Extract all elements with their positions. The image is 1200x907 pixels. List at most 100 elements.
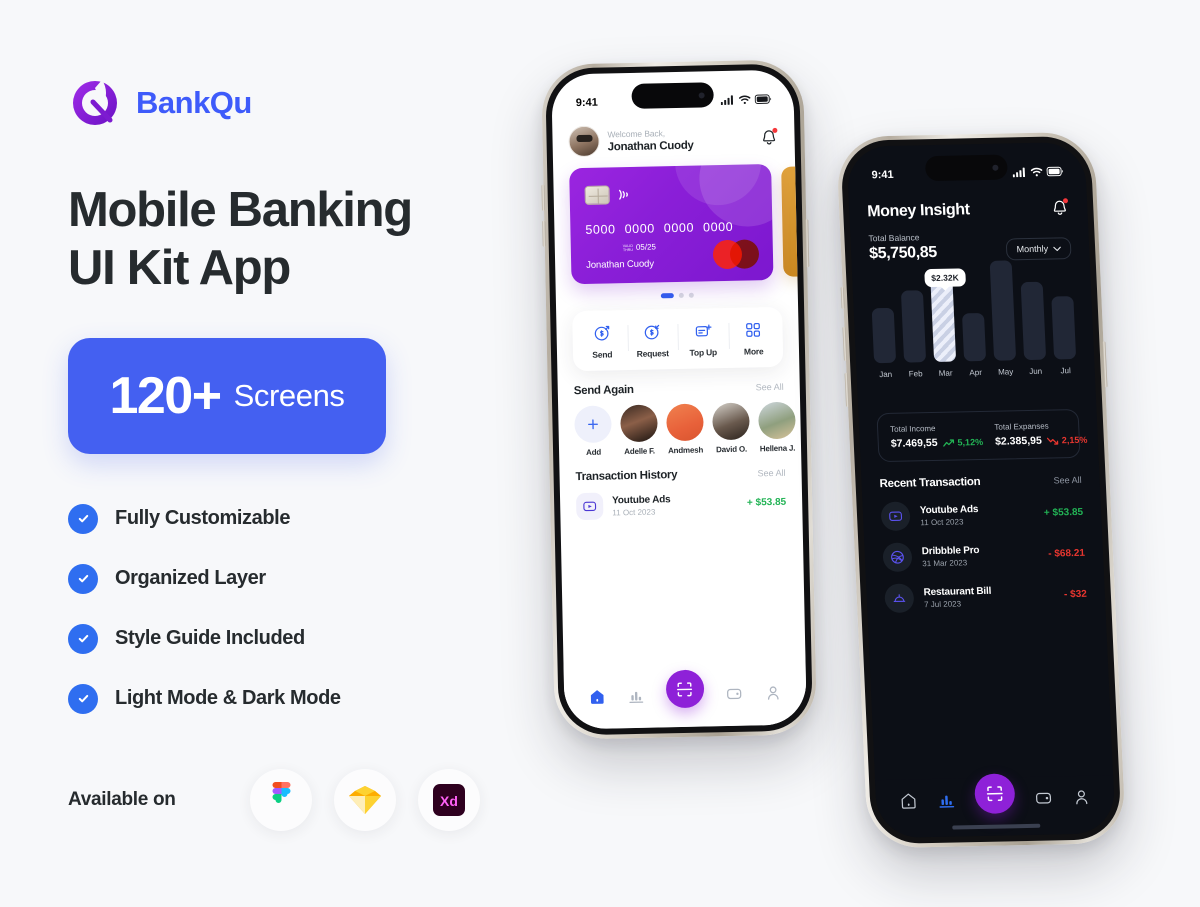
card-expiry: VALID THRU 05/25 xyxy=(623,242,656,252)
check-circle-icon xyxy=(68,623,98,654)
poster-canvas: BankQu Mobile Banking UI Kit App 120+ Sc… xyxy=(0,0,1200,907)
table-row[interactable]: Dribbble Pro 31 Mar 2023 - $68.21 xyxy=(882,539,1086,573)
chart-bar[interactable] xyxy=(1051,296,1077,360)
sidebar-item-statistics[interactable] xyxy=(937,791,957,815)
chart-bar[interactable] xyxy=(989,260,1017,361)
carousel-dot[interactable] xyxy=(688,292,694,298)
action-label: Send xyxy=(592,349,613,360)
list-item[interactable]: Adelle F. xyxy=(620,404,658,456)
monthly-bar-chart[interactable]: $2.32K Jan Feb Mar Apr May Jun Jul xyxy=(870,260,1077,399)
scan-button[interactable] xyxy=(665,669,705,709)
balance-row: Total Balance $5,750,85 Monthly xyxy=(850,217,1090,264)
chart-bar-column[interactable]: Jan xyxy=(871,307,897,380)
bankqu-q-logo xyxy=(68,76,122,130)
chart-x-label: May xyxy=(997,367,1014,377)
bell-icon[interactable] xyxy=(1050,198,1070,217)
section-title: Send Again xyxy=(573,383,634,398)
send-button[interactable]: Send xyxy=(576,323,627,360)
trend-up-icon xyxy=(942,438,954,447)
headline-line-2: UI Kit App xyxy=(68,240,291,295)
transaction-amount: - $68.21 xyxy=(1048,547,1086,560)
chart-bar-column[interactable]: Apr xyxy=(961,312,987,377)
chart-bar-column[interactable]: May xyxy=(989,260,1017,377)
period-value: Monthly xyxy=(1016,243,1049,255)
see-all-link[interactable]: See All xyxy=(1053,475,1081,486)
battery-icon xyxy=(1046,166,1064,177)
table-row[interactable]: Youtube Ads 11 Oct 2023 + $53.85 xyxy=(880,498,1084,532)
carousel-dots[interactable] xyxy=(556,290,798,300)
carousel-dot-active[interactable] xyxy=(660,293,674,299)
restaurant-icon xyxy=(884,583,915,613)
table-row[interactable]: Youtube Ads 11 Oct 2023 + $53.85 xyxy=(575,489,787,521)
chart-bar-column[interactable]: Jun xyxy=(1020,281,1047,376)
carousel-dot[interactable] xyxy=(678,292,684,298)
power-button[interactable] xyxy=(805,219,810,268)
contact-list[interactable]: Add Adelle F. Andmesh David O. Hellena J… xyxy=(574,400,807,457)
chart-bar[interactable] xyxy=(961,312,987,362)
figma-icon[interactable] xyxy=(250,768,312,831)
see-all-link[interactable]: See All xyxy=(756,382,784,393)
see-all-link[interactable]: See All xyxy=(757,468,785,479)
more-button[interactable]: More xyxy=(728,320,779,357)
top-up-button[interactable]: Top Up xyxy=(677,321,728,358)
list-item[interactable]: Andmesh xyxy=(666,403,704,455)
request-button[interactable]: Request xyxy=(627,322,678,359)
home-icon xyxy=(901,793,917,809)
divider xyxy=(988,426,990,444)
volume-down-button[interactable] xyxy=(542,220,546,247)
chart-bar-column[interactable]: Feb xyxy=(900,290,927,379)
action-label: More xyxy=(743,346,764,357)
chart-icon xyxy=(939,795,955,808)
send-money-icon xyxy=(594,325,610,341)
scan-icon xyxy=(986,786,1003,802)
sidebar-item-statistics[interactable] xyxy=(627,686,645,707)
list-item[interactable]: Hellena J. xyxy=(758,401,796,454)
chart-bar-column[interactable]: Jul xyxy=(1051,296,1077,375)
adobe-xd-icon[interactable]: Xd xyxy=(418,768,480,831)
contact-label: David O. xyxy=(716,444,748,455)
period-selector[interactable]: Monthly xyxy=(1006,237,1072,261)
recent-transaction-header: Recent Transaction See All xyxy=(879,474,1082,490)
sidebar-item-home[interactable] xyxy=(588,687,606,708)
volume-up-button[interactable] xyxy=(541,184,546,211)
expenses-value: $2.385,95 xyxy=(994,434,1043,448)
brand-lockup: BankQu xyxy=(68,72,538,134)
chart-bar-column[interactable]: Mar xyxy=(930,276,957,378)
sketch-icon[interactable] xyxy=(334,768,396,831)
bell-icon[interactable] xyxy=(759,127,778,147)
list-item[interactable]: David O. xyxy=(712,402,750,455)
chart-bar[interactable] xyxy=(900,290,927,363)
chart-x-label: Jan xyxy=(879,369,893,380)
contact-label: Hellena J. xyxy=(759,443,796,454)
total-expenses: Total Expanses $2.385,95 2,15% xyxy=(994,421,1087,448)
sidebar-item-wallet[interactable] xyxy=(725,684,743,705)
sidebar-item-profile[interactable] xyxy=(1071,788,1091,812)
phone-screen: 9:41 xyxy=(846,141,1116,839)
transaction-amount: + $53.85 xyxy=(1043,506,1084,519)
headline-line-1: Mobile Banking xyxy=(68,183,413,237)
sidebar-item-home[interactable] xyxy=(899,791,919,815)
bank-card[interactable]: 5000 0000 0000 0000 VALID THRU 05/25 Jon… xyxy=(569,164,774,285)
list-item: Fully Customizable xyxy=(68,503,538,534)
sidebar-item-wallet[interactable] xyxy=(1033,788,1053,812)
chart-bar[interactable] xyxy=(871,307,897,364)
chart-bar[interactable] xyxy=(1020,281,1047,361)
table-row[interactable]: Restaurant Bill 7 Jul 2023 - $32 xyxy=(884,580,1087,613)
avatar[interactable] xyxy=(568,125,600,158)
app-header: Money Insight xyxy=(848,188,1087,222)
contact-label: Andmesh xyxy=(667,445,704,456)
feature-label: Organized Layer xyxy=(115,567,266,590)
total-income: Total Income $7.469,55 5,12% xyxy=(890,423,983,450)
add-contact-button[interactable]: Add xyxy=(574,405,612,457)
card-number: 5000 0000 0000 0000 xyxy=(585,220,733,237)
trend-down-icon xyxy=(1046,437,1059,445)
contact-label: Add xyxy=(586,447,602,457)
phone-dark-mockup: 9:41 Money Insight Total Balance $5,750,… xyxy=(835,131,1127,849)
avatar xyxy=(758,401,796,440)
plus-icon xyxy=(574,405,612,444)
sidebar-item-profile[interactable] xyxy=(764,683,782,704)
scan-button[interactable] xyxy=(973,773,1016,815)
action-label: Request xyxy=(636,348,669,359)
income-expense-card: Total Income $7.469,55 5,12% Total Expan… xyxy=(876,408,1088,463)
list-item: Light Mode & Dark Mode xyxy=(68,683,538,714)
